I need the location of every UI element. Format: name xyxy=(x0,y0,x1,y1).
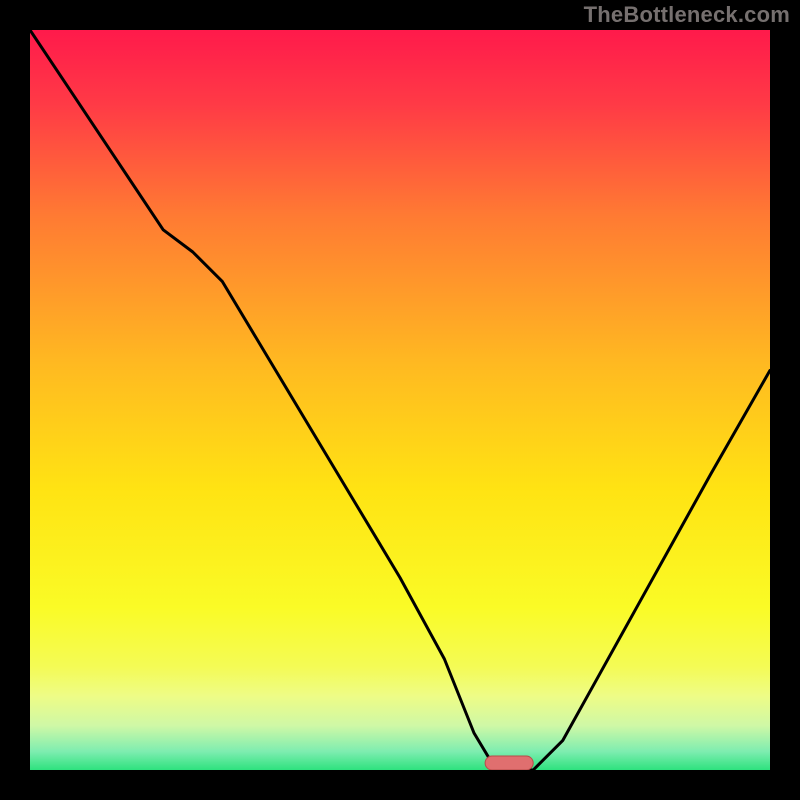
chart-background-gradient xyxy=(30,30,770,770)
watermark-text: TheBottleneck.com xyxy=(584,2,790,28)
chart-frame: TheBottleneck.com xyxy=(0,0,800,800)
chart-svg xyxy=(30,30,770,770)
optimum-marker xyxy=(485,756,533,770)
